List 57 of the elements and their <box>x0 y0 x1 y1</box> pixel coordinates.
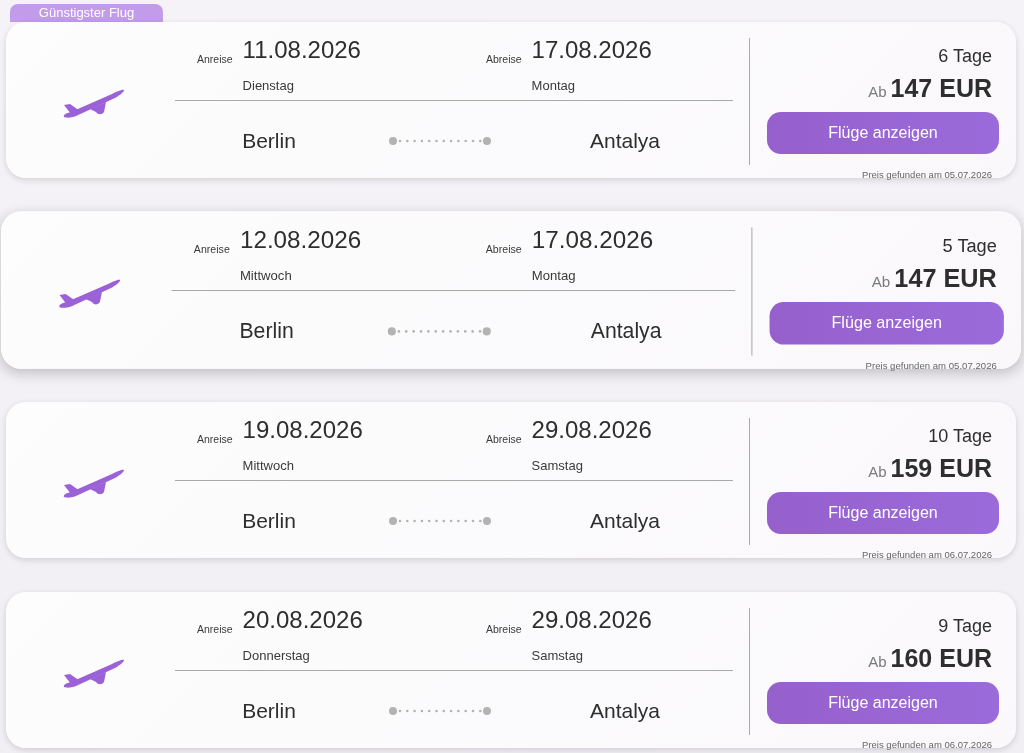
duration-text: 9 Tage <box>938 615 993 637</box>
duration-text: 5 Tage <box>942 234 998 257</box>
date-text: 12.08.2026 <box>239 224 362 255</box>
weekday-text: Donnerstag <box>242 648 311 665</box>
city-text: Antalya <box>590 318 662 345</box>
date-text: 19.08.2026 <box>242 415 363 445</box>
price-text: 160 EUR <box>890 643 992 673</box>
trip-label: Anreise <box>197 53 233 67</box>
price-prefix-text: Ab <box>871 271 891 292</box>
cheapest-badge: Günstigster Flug <box>10 4 163 22</box>
show-flights-button[interactable]: Flüge anzeigen <box>769 302 1004 345</box>
price-prefix-text: Ab <box>868 462 887 482</box>
show-flights-button[interactable]: Flüge anzeigen <box>767 492 999 534</box>
weekday-text: Mittwoch <box>242 458 295 475</box>
weekday-text: Samstag <box>531 458 584 475</box>
city-text: Berlin <box>242 508 296 534</box>
date-text: 11.08.2026 <box>242 35 361 65</box>
price-text: 147 EUR <box>890 73 992 103</box>
duration-text: 10 Tage <box>928 425 993 447</box>
price-prefix-text: Ab <box>868 652 887 672</box>
city-text: Antalya <box>589 508 660 534</box>
trip-label: Abreise <box>486 623 522 637</box>
trip-label: Anreise <box>193 242 230 257</box>
route-dots-icon <box>388 136 492 146</box>
date-text: 29.08.2026 <box>531 415 652 445</box>
trip-label: Abreise <box>485 242 522 257</box>
trip-label: Anreise <box>197 623 233 637</box>
price-prefix-text: Ab <box>868 82 887 102</box>
weekday-text: Dienstag <box>242 78 295 95</box>
date-text: 17.08.2026 <box>531 35 652 65</box>
city-text: Berlin <box>242 698 296 724</box>
date-text: 20.08.2026 <box>242 605 363 635</box>
date-text: 17.08.2026 <box>531 224 654 255</box>
trip-label: Abreise <box>486 433 522 447</box>
trip-label: Anreise <box>197 433 233 447</box>
price-found-text: Preis gefunden am 05.07.2026 <box>865 359 998 372</box>
city-text: Antalya <box>589 698 660 724</box>
date-text: 29.08.2026 <box>531 605 652 635</box>
price-found-text: Preis gefunden am 06.07.2026 <box>862 549 993 561</box>
price-text: 159 EUR <box>890 453 992 483</box>
route-dots-icon <box>388 516 492 526</box>
duration-text: 6 Tage <box>938 45 993 67</box>
price-found-text: Preis gefunden am 05.07.2026 <box>862 169 993 181</box>
weekday-text: Mittwoch <box>239 267 293 285</box>
trip-label: Abreise <box>486 53 522 67</box>
route-dots-icon <box>388 706 492 716</box>
weekday-text: Montag <box>531 78 576 95</box>
city-text: Berlin <box>239 318 294 345</box>
price-text: 147 EUR <box>894 262 997 294</box>
city-text: Antalya <box>589 128 660 154</box>
show-flights-button[interactable]: Flüge anzeigen <box>767 112 999 154</box>
show-flights-button[interactable]: Flüge anzeigen <box>767 682 999 724</box>
weekday-text: Montag <box>531 267 577 285</box>
city-text: Berlin <box>242 128 296 154</box>
route-dots-icon <box>386 326 492 337</box>
weekday-text: Samstag <box>531 648 584 665</box>
price-found-text: Preis gefunden am 06.07.2026 <box>862 739 993 751</box>
